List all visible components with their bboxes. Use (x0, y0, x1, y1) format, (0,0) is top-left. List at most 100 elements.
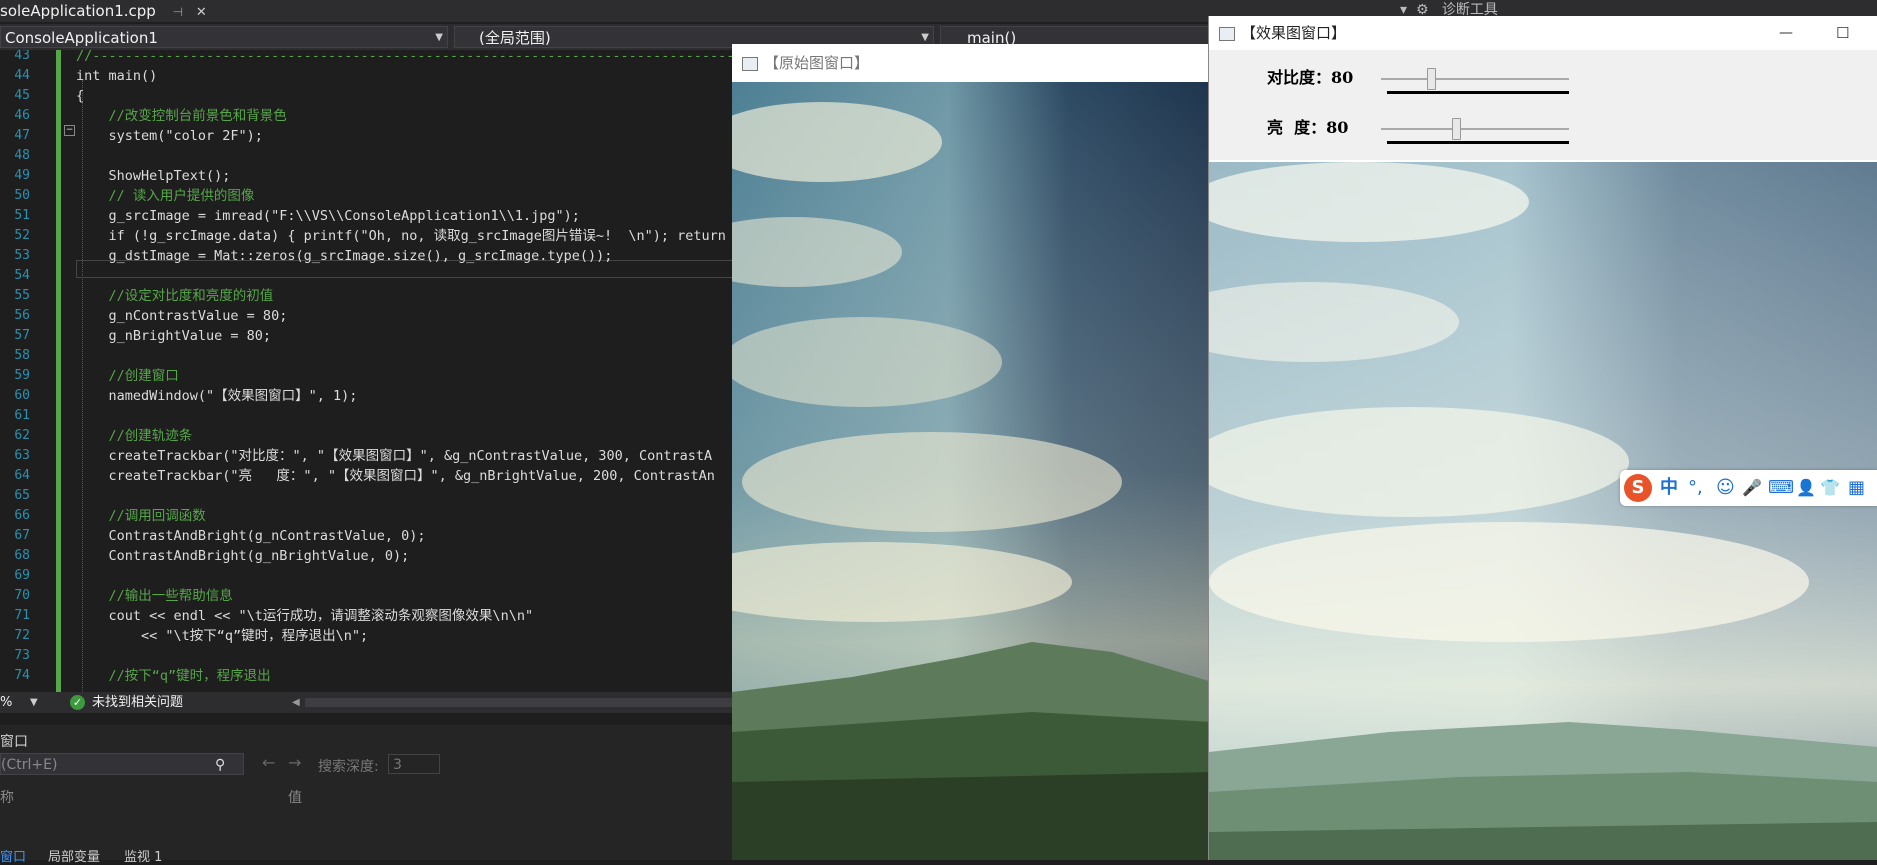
code-line[interactable]: createTrackbar("对比度：", "【效果图窗口】", &g_nCo… (76, 446, 713, 466)
line-number: 52 (14, 228, 30, 243)
code-line[interactable]: //按下“q”键时，程序退出 (76, 666, 271, 686)
chevron-down-icon: ▼ (435, 32, 443, 43)
effect-image-window[interactable]: 【效果图窗口】 — ☐ 对比度：80 亮 度：80 (1208, 16, 1877, 860)
collapse-icon[interactable]: − (64, 125, 75, 136)
panel-tab-autos[interactable]: 窗口 (0, 846, 26, 865)
line-number: 62 (14, 428, 30, 443)
maximize-icon[interactable]: ☐ (1836, 16, 1849, 50)
line-number: 55 (14, 288, 30, 303)
search-depth-label: 搜索深度: (318, 759, 379, 775)
keyboard-icon[interactable]: ⌨ (1768, 476, 1794, 500)
code-line[interactable]: g_nContrastValue = 80; (76, 306, 288, 326)
sogou-logo-icon[interactable]: S (1624, 474, 1652, 502)
chinese-mode-icon[interactable]: 中 (1660, 476, 1678, 500)
code-line[interactable]: { (76, 86, 84, 106)
pin-icon[interactable]: ⊣ (173, 5, 183, 19)
panel-search-input[interactable]: (Ctrl+E) ⚲ (0, 753, 244, 775)
brightness-trackbar-underline (1387, 141, 1569, 144)
change-indicator-bar (56, 50, 61, 692)
source-image-window[interactable]: 【原始图窗口】 (732, 44, 1212, 860)
app-window-icon (742, 57, 758, 71)
code-line[interactable]: cout << endl << "\t运行成功，请调整滚动条观察图像效果\n\n… (76, 606, 534, 626)
code-line[interactable]: //设定对比度和亮度的初值 (76, 286, 274, 306)
back-arrow-icon[interactable]: ← (262, 753, 275, 772)
contrast-trackbar-row: 对比度：80 (1209, 56, 1877, 96)
source-window-titlebar[interactable]: 【原始图窗口】 (732, 44, 1212, 82)
brightness-trackbar-thumb[interactable] (1452, 118, 1462, 140)
forward-arrow-icon[interactable]: → (288, 753, 301, 772)
minimize-icon[interactable]: — (1779, 16, 1793, 50)
code-line[interactable]: //调用回调函数 (76, 506, 206, 526)
search-icon[interactable]: ⚲ (215, 754, 225, 776)
panel-tab-watch[interactable]: 监视 1 (124, 846, 162, 865)
project-dropdown[interactable]: ConsoleApplication1 ▼ (0, 26, 448, 48)
code-line[interactable]: g_nBrightValue = 80; (76, 326, 272, 346)
emoji-icon[interactable]: ☺ (1716, 476, 1735, 500)
effect-window-title: 【效果图窗口】 (1241, 24, 1347, 42)
search-depth-select[interactable]: 3 (388, 754, 440, 774)
code-editor[interactable]: 43 44 45 46 47 48 49 50 51 52 53 54 55 56 57 58 59 60 61 62… (0, 50, 732, 692)
line-number: 65 (14, 488, 30, 503)
punctuation-icon[interactable]: °, (1688, 476, 1703, 500)
code-line[interactable]: createTrackbar("亮 度：", "【效果图窗口】", &g_nBr… (76, 466, 715, 486)
code-line[interactable]: g_srcImage = imread("F:\\VS\\ConsoleAppl… (76, 206, 580, 226)
line-number: 53 (14, 248, 30, 263)
line-number: 46 (14, 108, 30, 123)
code-line[interactable]: ContrastAndBright(g_nBrightValue, 0); (76, 546, 410, 566)
contrast-trackbar-track[interactable] (1381, 78, 1569, 80)
column-header-name: 称 (0, 790, 14, 806)
issues-status[interactable]: 未找到相关问题 (92, 692, 183, 713)
effect-image (1209, 162, 1877, 860)
autos-window-panel: 窗口 (Ctrl+E) ⚲ ← → 搜索深度: 3 称 值 窗口 局部变量 监视… (0, 725, 732, 865)
code-line[interactable]: // 读入用户提供的图像 (76, 186, 255, 206)
code-line[interactable]: g_dstImage = Mat::zeros(g_srcImage.size(… (76, 246, 613, 266)
line-number: 57 (14, 328, 30, 343)
source-window-title: 【原始图窗口】 (764, 54, 870, 72)
file-tab[interactable]: soleApplication1.cpp ⊣ ✕ (0, 0, 215, 22)
trackbar-panel: 对比度：80 亮 度：80 (1209, 50, 1877, 160)
code-line[interactable]: if (!g_srcImage.data) { printf("Oh, no, … (76, 226, 726, 246)
code-line[interactable]: //--------------------------------------… (76, 50, 732, 66)
line-number: 64 (14, 468, 30, 483)
code-line[interactable]: //创建窗口 (76, 366, 179, 386)
code-line[interactable]: int main() (76, 66, 157, 86)
column-header-value: 值 (288, 790, 302, 806)
line-number: 44 (14, 68, 30, 83)
brightness-trackbar-track[interactable] (1381, 128, 1569, 130)
line-number: 63 (14, 448, 30, 463)
contrast-trackbar-label: 对比度：80 (1267, 68, 1354, 87)
line-number: 49 (14, 168, 30, 183)
panel-title: 窗口 (0, 734, 28, 750)
line-number: 45 (14, 88, 30, 103)
line-number: 66 (14, 508, 30, 523)
skin-icon[interactable]: 👕 (1820, 476, 1840, 500)
contrast-trackbar-thumb[interactable] (1427, 68, 1437, 90)
scroll-left-icon[interactable]: ◀ (292, 692, 300, 713)
line-number: 74 (14, 668, 30, 683)
code-line[interactable]: system("color 2F"); (76, 126, 263, 146)
file-tab-label: soleApplication1.cpp (0, 2, 156, 20)
code-line[interactable]: //创建轨迹条 (76, 426, 193, 446)
effect-window-titlebar[interactable]: 【效果图窗口】 — ☐ (1209, 16, 1877, 50)
code-line[interactable]: //输出一些帮助信息 (76, 586, 233, 606)
close-icon[interactable]: ✕ (196, 5, 207, 20)
panel-tab-locals[interactable]: 局部变量 (48, 846, 100, 865)
ime-toolbar[interactable]: S 中 °, ☺ 🎤 ⌨ 👤 👕 ▦ (1620, 470, 1877, 506)
microphone-icon[interactable]: 🎤 (1742, 476, 1762, 500)
code-line[interactable]: namedWindow("【效果图窗口】", 1); (76, 386, 358, 406)
user-icon[interactable]: 👤 (1796, 476, 1816, 500)
app-window-icon (1219, 27, 1235, 41)
zoom-level[interactable]: % (0, 692, 12, 713)
line-number: 67 (14, 528, 30, 543)
toolbox-icon[interactable]: ▦ (1848, 476, 1865, 500)
horizontal-scrollbar[interactable] (305, 698, 732, 707)
code-line[interactable]: ContrastAndBright(g_nContrastValue, 0); (76, 526, 426, 546)
search-placeholder: (Ctrl+E) (1, 757, 58, 773)
line-number: 56 (14, 308, 30, 323)
line-number: 48 (14, 148, 30, 163)
line-number: 54 (14, 268, 30, 283)
code-line[interactable]: //改变控制台前景色和背景色 (76, 106, 287, 126)
chevron-down-icon[interactable]: ▼ (30, 692, 38, 713)
code-line[interactable]: ShowHelpText(); (76, 166, 231, 186)
code-line[interactable]: << "\t按下“q”键时，程序退出\n"; (76, 626, 368, 646)
